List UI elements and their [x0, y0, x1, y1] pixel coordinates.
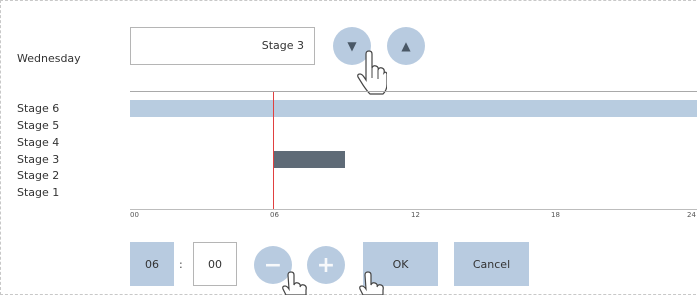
- stage-label-5: Stage 5: [17, 119, 60, 132]
- stage-label-4: Stage 4: [17, 136, 60, 149]
- stage-label-6: Stage 6: [17, 102, 60, 115]
- chevron-up-icon: ▲: [401, 39, 411, 53]
- stage-selector[interactable]: Stage 3: [130, 27, 315, 65]
- stage-label-1: Stage 1: [17, 186, 60, 199]
- time-separator: :: [179, 258, 183, 271]
- plus-icon: +: [316, 252, 336, 278]
- tick-label-18: 18: [551, 211, 560, 219]
- hand-pointer-icon: [357, 50, 387, 95]
- stage-label-3: Stage 3: [17, 153, 60, 166]
- hand-pointer-icon: [359, 271, 384, 295]
- timeline-top-border: [130, 91, 697, 92]
- stage-up-button[interactable]: ▲: [387, 27, 425, 65]
- chevron-down-icon: ▼: [347, 39, 357, 53]
- current-time-marker: [273, 92, 274, 209]
- hand-pointer-icon: [282, 271, 307, 295]
- tick-label-06: 06: [270, 211, 279, 219]
- day-label: Wednesday: [17, 52, 81, 65]
- plus-button[interactable]: +: [307, 246, 345, 284]
- minutes-field[interactable]: 00: [193, 242, 237, 286]
- stage-6-bar: [130, 100, 697, 117]
- stage-selector-value: Stage 3: [261, 39, 304, 52]
- stage-3-active-bar[interactable]: [274, 151, 345, 168]
- tick-label-00: 00: [130, 211, 139, 219]
- hours-field[interactable]: 06: [130, 242, 174, 286]
- timeline-axis: [130, 209, 697, 210]
- cancel-button[interactable]: Cancel: [454, 242, 529, 286]
- stage-label-2: Stage 2: [17, 169, 60, 182]
- tick-label-24: 24: [687, 211, 696, 219]
- tick-label-12: 12: [411, 211, 420, 219]
